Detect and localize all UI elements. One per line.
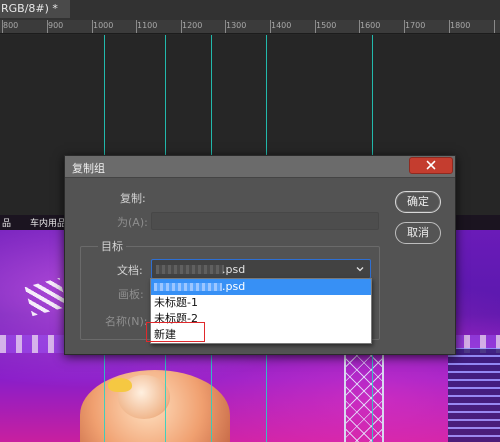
as-label: 为(A):	[117, 216, 148, 229]
ruler-tick	[181, 20, 182, 33]
document-tab-title: RGB/8#) *	[1, 2, 58, 15]
ruler-tick	[359, 20, 360, 33]
ok-button[interactable]: 确定	[395, 191, 441, 213]
redacted-filename	[154, 283, 222, 291]
close-icon	[426, 160, 436, 170]
document-label: 文档:	[117, 264, 143, 277]
ruler-tick	[315, 20, 316, 33]
copy-label: 复制:	[120, 192, 146, 205]
ruler-tick	[2, 20, 3, 33]
ruler-tick	[225, 20, 226, 33]
ruler-label: 1800	[450, 21, 471, 30]
ruler-tick	[92, 20, 93, 33]
tab-strip	[70, 0, 500, 20]
ruler-label: 900	[48, 21, 64, 30]
truss-tower-image	[344, 348, 384, 442]
redacted-filename	[156, 265, 224, 274]
gold-ingot-image	[108, 378, 132, 392]
nav-strip-item: 车内用品	[30, 219, 67, 229]
cancel-button[interactable]: 取消	[395, 222, 441, 244]
target-group-title: 目标	[98, 238, 126, 254]
dialog-title: 复制组	[72, 162, 105, 175]
option-label: .psd	[222, 280, 246, 293]
highlight-box	[146, 322, 205, 342]
ruler-label: 1400	[271, 21, 292, 30]
dialog-titlebar[interactable]: 复制组	[65, 156, 455, 178]
document-select[interactable]: .psd	[151, 259, 371, 279]
ruler-tick	[449, 20, 450, 33]
chevron-down-icon	[356, 267, 364, 272]
artboard-label: 画板:	[118, 288, 144, 301]
ruler-label: 1300	[226, 21, 247, 30]
ruler-tick	[47, 20, 48, 33]
dropdown-option-untitled-1[interactable]: 未标题-1	[151, 295, 371, 311]
ruler-label: 1100	[137, 21, 158, 30]
ruler-tick	[404, 20, 405, 33]
ruler-label: 1700	[405, 21, 426, 30]
ruler-label: 1200	[182, 21, 203, 30]
ruler-label: 1500	[316, 21, 337, 30]
ruler-tick	[270, 20, 271, 33]
nav-strip-item: 品	[2, 219, 12, 229]
decorative-stars-image	[24, 277, 68, 317]
horizontal-ruler: 800 900 1000 1100 1200 1300 1400 1500 16…	[0, 20, 500, 34]
dropdown-option-current-psd[interactable]: .psd	[151, 279, 371, 295]
as-name-field	[151, 212, 379, 230]
ruler-tick	[494, 20, 495, 33]
document-select-value: .psd	[222, 263, 246, 276]
close-button[interactable]	[409, 157, 453, 174]
ruler-label: 800	[3, 21, 19, 30]
ruler-label: 1000	[93, 21, 114, 30]
document-tab[interactable]: RGB/8#) *	[0, 0, 70, 20]
name-label: 名称(N):	[105, 315, 148, 328]
building-image	[448, 348, 500, 442]
ruler-tick	[136, 20, 137, 33]
ruler-label: 1600	[360, 21, 381, 30]
